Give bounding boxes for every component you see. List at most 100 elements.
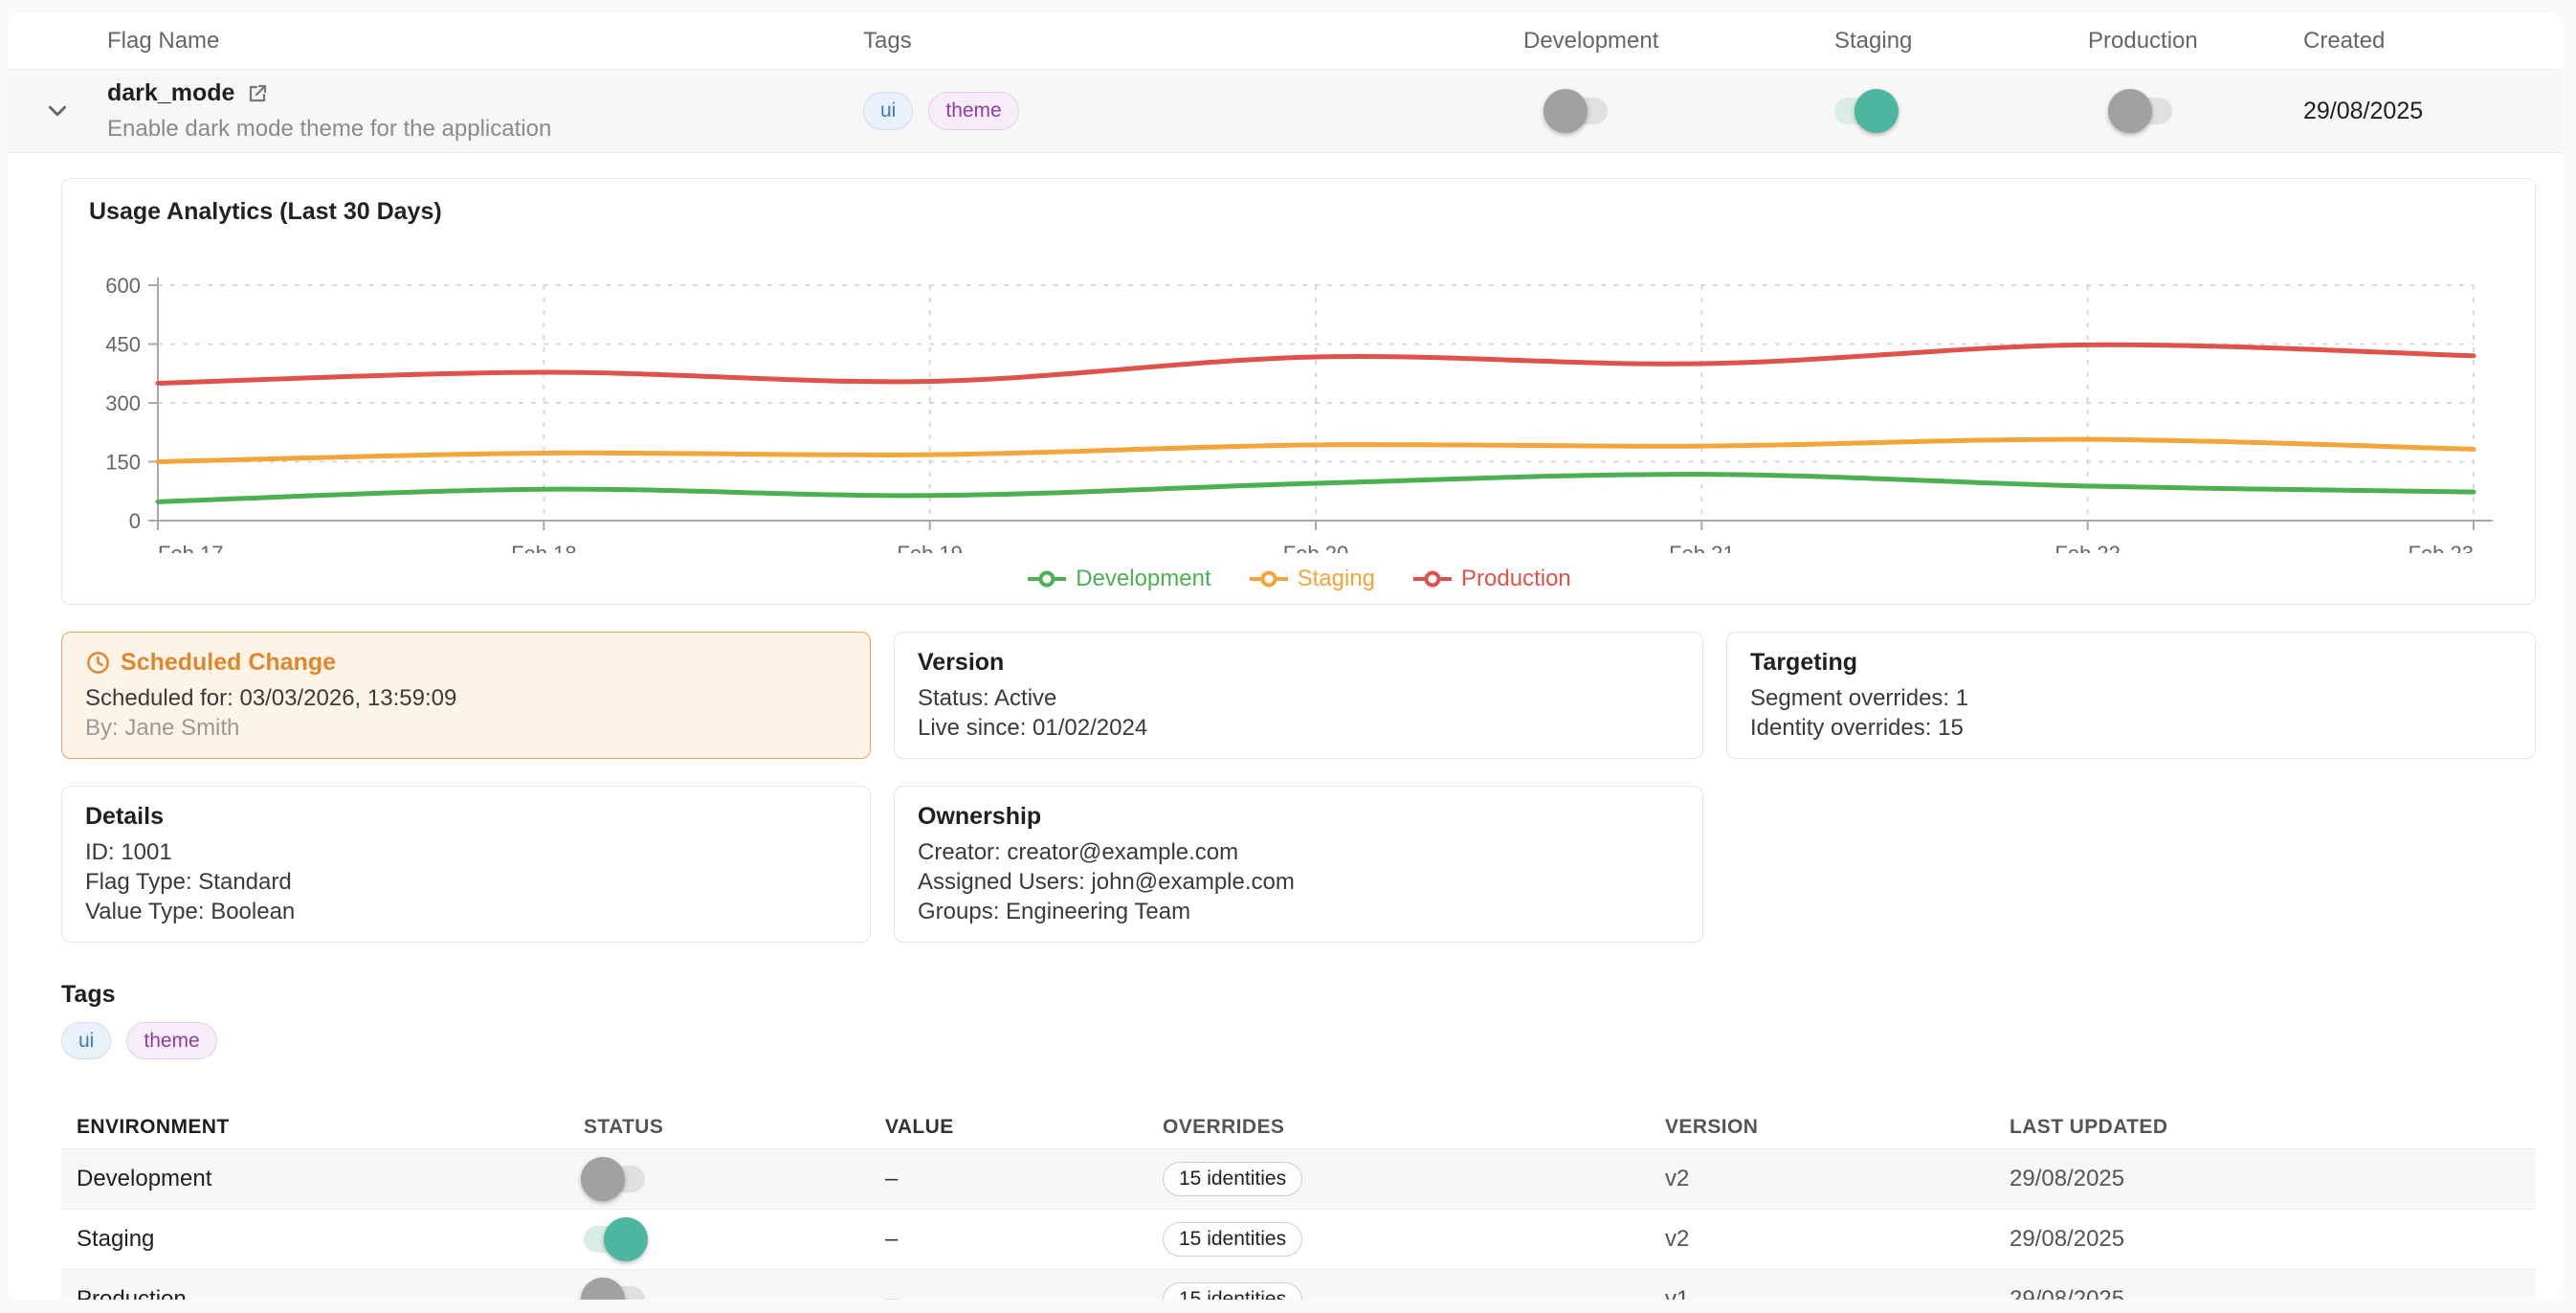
flag-detail-section: Usage Analytics (Last 30 Days) 015030045… (8, 153, 2561, 1300)
chart-legend: Development Staging Production (89, 558, 2508, 600)
legend-label: Development (1076, 566, 1210, 592)
ownership-assigned-users: Assigned Users: john@example.com (918, 867, 1679, 897)
env-header-value: VALUE (870, 1116, 1147, 1139)
env-last-updated: 29/08/2025 (1994, 1226, 2536, 1253)
svg-text:Feb 20: Feb 20 (1283, 542, 1349, 553)
legend-item-staging: Staging (1248, 566, 1375, 592)
flag-name-link[interactable]: dark_mode (107, 79, 234, 107)
toggle-knob (2108, 89, 2152, 133)
svg-text:300: 300 (105, 391, 141, 415)
details-card: Details ID: 1001 Flag Type: Standard Val… (61, 786, 871, 943)
identities-badge[interactable]: 15 identities (1163, 1162, 1302, 1196)
created-date: 29/08/2025 (2303, 98, 2423, 124)
env-name: Production (61, 1286, 568, 1300)
svg-text:450: 450 (105, 333, 141, 357)
env-last-updated: 29/08/2025 (1994, 1286, 2536, 1300)
header-production: Production (2088, 28, 2303, 55)
env-header-last-updated: LAST UPDATED (1994, 1116, 2536, 1139)
scheduled-change-title: Scheduled Change (121, 648, 336, 677)
version-card: Version Status: Active Live since: 01/02… (894, 632, 1703, 759)
environment-table: ENVIRONMENT STATUS VALUE OVERRIDES VERSI… (61, 1105, 2536, 1300)
details-id: ID: 1001 (85, 837, 847, 867)
flag-row-dark-mode: dark_mode Enable dark mode theme for the… (8, 69, 2561, 153)
details-flag-type: Flag Type: Standard (85, 867, 847, 897)
version-status: Status: Active (918, 683, 1679, 713)
env-header-environment: ENVIRONMENT (61, 1116, 568, 1139)
scheduled-change-card: Scheduled Change Scheduled for: 03/03/20… (61, 632, 871, 759)
identity-overrides: Identity overrides: 15 (1750, 713, 2512, 743)
env-header-status: STATUS (568, 1116, 870, 1139)
version-live-since: Live since: 01/02/2024 (918, 713, 1679, 743)
version-card-title: Version (918, 648, 1679, 677)
production-status-toggle[interactable] (584, 1286, 645, 1300)
svg-text:Feb 22: Feb 22 (2054, 542, 2121, 553)
env-last-updated: 29/08/2025 (1994, 1166, 2536, 1192)
legend-item-production: Production (1411, 566, 1571, 592)
legend-label: Staging (1298, 566, 1375, 592)
env-header-overrides: OVERRIDES (1147, 1116, 1650, 1139)
svg-text:Feb 21: Feb 21 (1669, 542, 1735, 553)
legend-marker-icon (1248, 569, 1290, 589)
flag-table-header: Flag Name Tags Development Staging Produ… (8, 13, 2561, 69)
legend-marker-icon (1026, 569, 1068, 589)
svg-text:Feb 17: Feb 17 (158, 542, 224, 553)
env-value: – (870, 1166, 1147, 1192)
header-development: Development (1523, 28, 1834, 55)
flag-description: Enable dark mode theme for the applicati… (107, 116, 863, 143)
ownership-creator: Creator: creator@example.com (918, 837, 1679, 867)
collapse-chevron-icon[interactable] (43, 97, 72, 125)
env-name: Development (61, 1166, 568, 1192)
tags-section: Tags ui theme (61, 981, 2536, 1059)
legend-marker-icon (1411, 569, 1454, 589)
env-value: – (870, 1286, 1147, 1300)
toggle-knob (581, 1278, 625, 1300)
identities-badge[interactable]: 15 identities (1163, 1282, 1302, 1300)
segment-overrides: Segment overrides: 1 (1750, 683, 2512, 713)
tag-pill-ui[interactable]: ui (863, 92, 913, 129)
svg-text:0: 0 (129, 509, 141, 533)
targeting-card-title: Targeting (1750, 648, 2512, 677)
external-link-icon[interactable] (246, 82, 269, 105)
svg-text:600: 600 (105, 274, 141, 298)
env-header-version: VERSION (1650, 1116, 1994, 1139)
svg-text:150: 150 (105, 451, 141, 475)
scheduled-by-text: By: Jane Smith (85, 713, 847, 743)
svg-text:Feb 18: Feb 18 (511, 542, 577, 553)
legend-item-development: Development (1026, 566, 1210, 592)
tag-pill-theme[interactable]: theme (928, 92, 1018, 129)
header-flag-name: Flag Name (107, 28, 863, 55)
header-created: Created (2303, 28, 2561, 55)
env-row-development: Development – 15 identities v2 29/08/202… (61, 1149, 2536, 1210)
header-staging: Staging (1834, 28, 2088, 55)
ownership-card-title: Ownership (918, 802, 1679, 831)
toggle-knob (581, 1157, 625, 1201)
identities-badge[interactable]: 15 identities (1163, 1222, 1302, 1257)
targeting-card: Targeting Segment overrides: 1 Identity … (1726, 632, 2536, 759)
development-status-toggle[interactable] (584, 1166, 645, 1192)
staging-status-toggle[interactable] (584, 1226, 645, 1253)
legend-label: Production (1461, 566, 1571, 592)
usage-chart: 0 150 300 450 600 Feb 17 Feb 18 Feb 19 Feb 20 Feb… (89, 237, 2508, 553)
staging-toggle[interactable] (1834, 98, 1896, 124)
ownership-card: Ownership Creator: creator@example.com A… (894, 786, 1703, 943)
toggle-knob (604, 1217, 648, 1261)
usage-analytics-card: Usage Analytics (Last 30 Days) 015030045… (61, 178, 2536, 605)
details-value-type: Value Type: Boolean (85, 897, 847, 926)
toggle-knob (1543, 89, 1588, 133)
env-value: – (870, 1226, 1147, 1253)
svg-text:Feb 19: Feb 19 (897, 542, 963, 553)
scheduled-for-text: Scheduled for: 03/03/2026, 13:59:09 (85, 683, 847, 713)
environment-table-header: ENVIRONMENT STATUS VALUE OVERRIDES VERSI… (61, 1105, 2536, 1149)
toggle-knob (1854, 89, 1899, 133)
env-version: v2 (1650, 1166, 1994, 1192)
ownership-groups: Groups: Engineering Team (918, 897, 1679, 926)
production-toggle[interactable] (2111, 98, 2172, 124)
tag-pill-ui[interactable]: ui (61, 1022, 111, 1059)
tag-pill-theme[interactable]: theme (126, 1022, 216, 1059)
flag-detail-panel: Flag Name Tags Development Staging Produ… (8, 13, 2561, 1300)
svg-text:Feb 23: Feb 23 (2409, 542, 2475, 553)
env-name: Staging (61, 1226, 568, 1253)
env-version: v2 (1650, 1226, 1994, 1253)
env-row-production: Production – 15 identities v1 29/08/2025 (61, 1270, 2536, 1300)
development-toggle[interactable] (1546, 98, 1608, 124)
